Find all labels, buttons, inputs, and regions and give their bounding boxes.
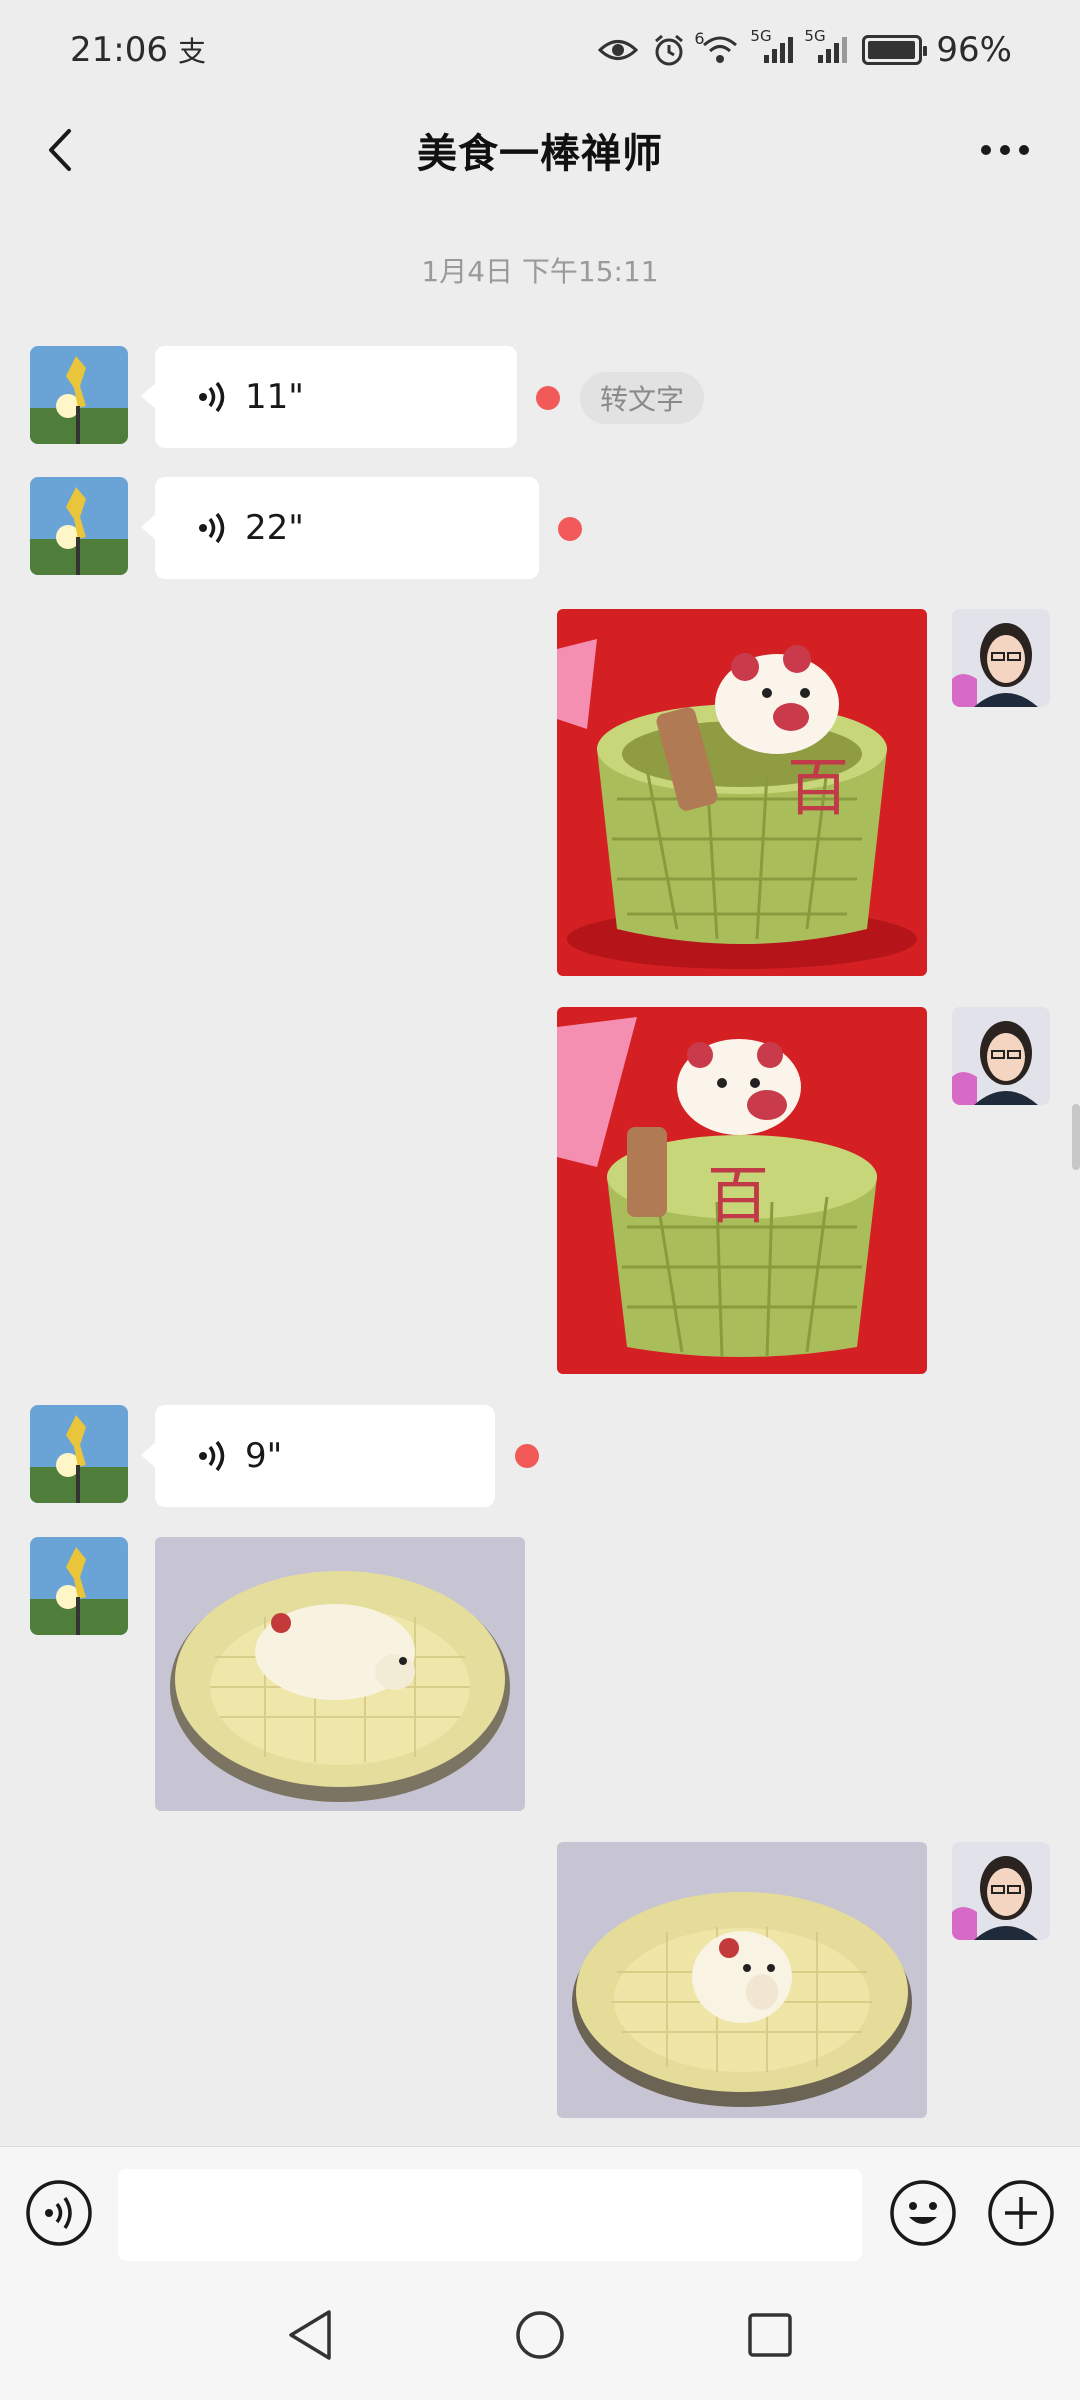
voice-duration: 22" <box>245 508 304 548</box>
signal-badge-2: 5G <box>804 27 826 45</box>
status-left: 21:06 支 <box>70 30 206 70</box>
signal-icon-1: 5G <box>750 27 794 65</box>
my-avatar[interactable] <box>952 1007 1050 1105</box>
system-home-button[interactable] <box>505 2300 575 2370</box>
message-input[interactable] <box>118 2169 862 2261</box>
back-button[interactable] <box>30 120 90 180</box>
voice-wave-icon <box>199 381 225 413</box>
received-photo[interactable] <box>155 1537 525 1811</box>
eye-icon <box>598 37 639 63</box>
battery-icon <box>862 35 928 65</box>
voice-duration: 11" <box>245 377 304 417</box>
battery-percent: 96% <box>936 30 1012 70</box>
unread-dot <box>515 1444 539 1468</box>
plus-circle-icon <box>988 2180 1054 2246</box>
square-recents-icon <box>748 2313 792 2357</box>
status-bar: 21:06 支 6 5G 5G 96% <box>0 0 1080 100</box>
alarm-icon <box>652 33 686 67</box>
voice-wave-icon <box>26 2180 92 2246</box>
status-time: 21:06 <box>70 30 168 70</box>
voice-wave-icon <box>199 1440 225 1472</box>
transcribe-button[interactable]: 转文字 <box>580 372 705 424</box>
unread-dot <box>536 386 560 410</box>
chevron-left-icon <box>49 129 71 171</box>
emoji-button[interactable] <box>889 2179 957 2247</box>
circle-home-icon <box>516 2311 564 2359</box>
more-button[interactable] <box>970 120 1040 180</box>
my-avatar[interactable] <box>952 609 1050 707</box>
contact-avatar[interactable] <box>30 1405 128 1503</box>
contact-avatar[interactable] <box>30 346 128 444</box>
chat-header: 美食一棒禅师 <box>0 100 1080 200</box>
more-dots-icon <box>981 145 1029 155</box>
unread-dot <box>558 517 582 541</box>
voice-input-button[interactable] <box>25 2179 93 2247</box>
voice-message-bubble[interactable]: 22" <box>141 477 539 579</box>
sent-photo[interactable]: 百 <box>557 1007 927 1374</box>
contact-avatar[interactable] <box>30 1537 128 1635</box>
triangle-back-icon <box>289 2310 331 2360</box>
signal-icon-2: 5G <box>804 27 848 65</box>
my-avatar[interactable] <box>952 1842 1050 1940</box>
svg-text:百: 百 <box>787 751 849 824</box>
contact-avatar[interactable] <box>30 477 128 575</box>
emoji-icon <box>890 2180 956 2246</box>
add-button[interactable] <box>987 2179 1055 2247</box>
chat-title: 美食一棒禅师 <box>417 131 663 177</box>
status-right: 6 5G 5G 96% <box>598 27 1012 70</box>
voice-message-bubble[interactable]: 11" <box>141 346 517 448</box>
svg-text:百: 百 <box>707 1159 769 1232</box>
voice-message-bubble[interactable]: 9" <box>141 1405 495 1507</box>
wifi-icon: 6 <box>694 29 740 65</box>
alipay-notification-icon: 支 <box>177 35 206 68</box>
system-navigation-bar <box>0 2270 1080 2400</box>
battery-fill <box>868 41 915 59</box>
input-bar <box>0 2146 1080 2270</box>
wifi-badge: 6 <box>694 29 705 48</box>
voice-duration: 9" <box>245 1436 283 1476</box>
system-back-button[interactable] <box>275 2300 345 2370</box>
scrollbar[interactable] <box>1072 1104 1080 1170</box>
voice-wave-icon <box>199 512 225 544</box>
system-recents-button[interactable] <box>735 2300 805 2370</box>
chat-timestamp: 1月4日 下午15:11 <box>421 255 659 288</box>
signal-badge-1: 5G <box>750 27 772 45</box>
sent-photo[interactable] <box>557 1842 927 2118</box>
sent-photo[interactable]: 百 <box>557 609 927 976</box>
